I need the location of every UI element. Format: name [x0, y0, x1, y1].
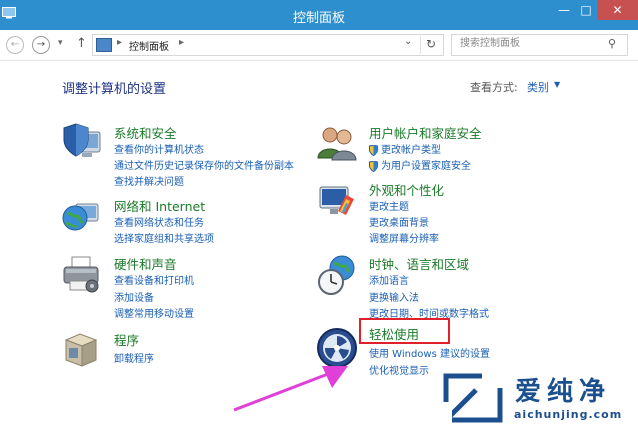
category-network-internet[interactable]: 网络和 Internet	[114, 196, 205, 215]
back-button[interactable]: ←	[6, 36, 24, 54]
programs-box-icon[interactable]	[60, 328, 102, 370]
clock-globe-icon[interactable]	[316, 254, 358, 296]
search-input[interactable]	[458, 37, 607, 50]
monitor-paint-icon[interactable]	[316, 181, 358, 223]
link-change-theme[interactable]: 更改主题	[369, 198, 409, 213]
uac-shield-icon	[369, 157, 378, 173]
shield-computer-icon[interactable]	[60, 122, 102, 164]
title-bar: 控制面板 — □ ✕	[0, 0, 638, 30]
link-family-safety[interactable]: 为用户设置家庭安全	[381, 157, 471, 172]
link-mobility-settings[interactable]: 调整常用移动设置	[114, 305, 194, 320]
watermark-url: aichunjing.com	[514, 408, 623, 421]
globe-network-icon[interactable]	[60, 196, 102, 238]
watermark-brand: 爱纯净	[515, 377, 612, 407]
link-devices-printers[interactable]: 查看设备和打印机	[114, 272, 194, 287]
up-button[interactable]: ↑	[76, 36, 87, 51]
category-system-security[interactable]: 系统和安全	[114, 123, 177, 142]
close-button[interactable]: ✕	[597, 0, 638, 20]
view-by-label: 查看方式:	[470, 81, 518, 94]
printer-icon[interactable]	[60, 253, 102, 295]
link-network-status[interactable]: 查看网络状态和任务	[114, 214, 204, 229]
page-title: 调整计算机的设置	[62, 82, 167, 97]
link-file-history-backup[interactable]: 通过文件历史记录保存你的文件备份副本	[114, 157, 294, 172]
link-uninstall-program[interactable]: 卸载程序	[114, 350, 154, 365]
link-change-account-type[interactable]: 更改帐户类型	[381, 141, 441, 156]
link-view-computer-status[interactable]: 查看你的计算机状态	[114, 141, 204, 156]
link-screen-resolution[interactable]: 调整屏幕分辨率	[369, 230, 439, 245]
recent-locations-dropdown[interactable]: ▾	[58, 38, 63, 48]
link-desktop-background[interactable]: 更改桌面背景	[369, 214, 429, 229]
highlight-box	[359, 318, 450, 344]
control-panel-icon	[96, 38, 112, 52]
chevron-down-icon[interactable]: ▼	[554, 80, 560, 89]
category-programs[interactable]: 程序	[114, 330, 139, 349]
link-change-input-method[interactable]: 更换输入法	[369, 289, 419, 304]
link-optimize-visual-display[interactable]: 优化视觉显示	[369, 362, 429, 377]
link-recommended-settings[interactable]: 使用 Windows 建议的设置	[369, 345, 490, 360]
category-user-accounts[interactable]: 用户帐户和家庭安全	[369, 123, 482, 142]
refresh-button[interactable]: ↻	[420, 34, 441, 54]
breadcrumb-separator-icon[interactable]: ▸	[179, 37, 184, 48]
uac-shield-icon	[369, 141, 378, 157]
category-appearance[interactable]: 外观和个性化	[369, 180, 444, 199]
link-troubleshoot[interactable]: 查找并解决问题	[114, 173, 184, 188]
minimize-button[interactable]: —	[553, 0, 575, 20]
breadcrumb-separator-icon[interactable]: ▸	[117, 37, 122, 48]
maximize-button[interactable]: □	[575, 0, 597, 20]
view-by-dropdown[interactable]: 类别	[527, 79, 549, 95]
address-dropdown-icon[interactable]: ⌄	[404, 36, 412, 47]
users-icon[interactable]	[316, 122, 358, 164]
watermark-logo	[442, 372, 504, 424]
pointer-arrow-icon	[233, 366, 348, 412]
link-add-language[interactable]: 添加语言	[369, 272, 409, 287]
category-hardware-sound[interactable]: 硬件和声音	[114, 254, 177, 273]
search-icon[interactable]: ⚲	[608, 37, 616, 50]
link-homegroup-sharing[interactable]: 选择家庭组和共享选项	[114, 230, 214, 245]
breadcrumb-control-panel[interactable]: 控制面板	[129, 38, 169, 53]
window-title: 控制面板	[292, 11, 345, 26]
forward-button[interactable]: →	[32, 36, 50, 54]
link-add-device[interactable]: 添加设备	[114, 289, 154, 304]
category-clock-language-region[interactable]: 时钟、语言和区域	[369, 254, 469, 273]
search-box[interactable]: ⚲	[451, 34, 628, 56]
address-bar[interactable]: ▸ 控制面板 ▸	[92, 34, 444, 56]
